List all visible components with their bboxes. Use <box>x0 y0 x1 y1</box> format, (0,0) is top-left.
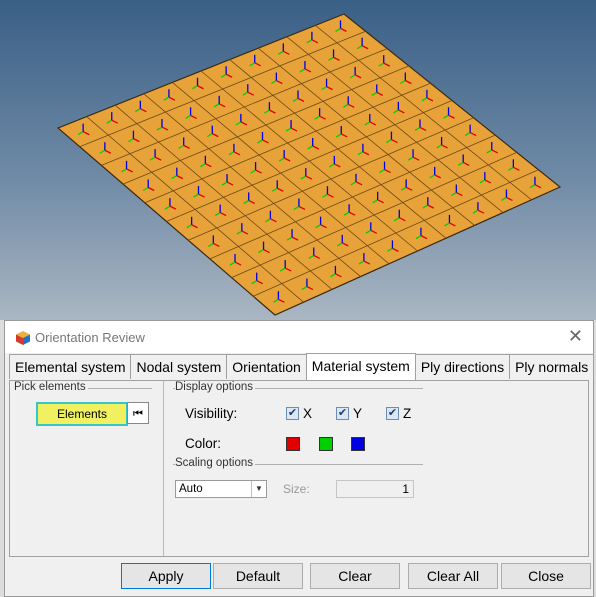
reset-selection-icon[interactable]: ⏮ <box>127 402 149 424</box>
size-label: Size: <box>283 482 310 496</box>
orientation-review-dialog: Orientation Review ✕ Elemental system No… <box>4 320 595 597</box>
graphics-viewport[interactable] <box>0 0 596 320</box>
tab-material-system[interactable]: Material system <box>305 353 416 380</box>
y-label: Y <box>353 406 363 421</box>
material-system-panel: Pick elements Elements ⏮ Display options… <box>9 380 589 557</box>
tab-nodal-system[interactable]: Nodal system <box>130 354 228 379</box>
elements-selector-button[interactable]: Elements <box>36 402 128 426</box>
apply-button[interactable]: Apply <box>121 563 211 589</box>
tab-elemental-system[interactable]: Elemental system <box>9 354 132 379</box>
visibility-label: Visibility: <box>185 406 238 421</box>
z-label: Z <box>403 406 412 421</box>
x-visibility-checkbox[interactable]: ✔ <box>286 407 299 420</box>
close-button[interactable]: Close <box>501 563 591 589</box>
tab-bar: Elemental system Nodal system Orientatio… <box>9 353 595 380</box>
scaling-options-label: Scaling options <box>175 457 255 469</box>
tab-ply-normals[interactable]: Ply normals <box>509 354 595 379</box>
pick-elements-label: Pick elements <box>14 381 88 393</box>
title-bar: Orientation Review ✕ <box>5 321 593 353</box>
x-color-swatch[interactable] <box>286 437 300 451</box>
tab-ply-directions[interactable]: Ply directions <box>414 354 511 379</box>
app-cube-icon <box>16 331 30 345</box>
clear-all-button[interactable]: Clear All <box>408 563 498 589</box>
tab-orientation[interactable]: Orientation <box>226 354 307 379</box>
chevron-down-icon: ▼ <box>251 481 266 497</box>
color-label: Color: <box>185 436 222 451</box>
mesh-plate[interactable] <box>0 0 596 320</box>
clear-button[interactable]: Clear <box>310 563 400 589</box>
default-button[interactable]: Default <box>213 563 303 589</box>
x-label: X <box>303 406 313 421</box>
z-color-swatch[interactable] <box>351 437 365 451</box>
pick-elements-group: Pick elements Elements ⏮ <box>10 381 164 556</box>
size-input[interactable]: 1 <box>336 480 414 498</box>
display-options-label: Display options <box>175 381 255 393</box>
scaling-mode-value: Auto <box>179 483 203 495</box>
button-bar: Apply Default Clear Clear All Close <box>5 558 593 596</box>
close-icon[interactable]: ✕ <box>568 326 583 347</box>
options-pane: Display options Visibility: ✔ X ✔ Y ✔ Z … <box>163 381 588 556</box>
z-visibility-checkbox[interactable]: ✔ <box>386 407 399 420</box>
y-color-swatch[interactable] <box>319 437 333 451</box>
dialog-title: Orientation Review <box>35 330 145 345</box>
y-visibility-checkbox[interactable]: ✔ <box>336 407 349 420</box>
scaling-mode-select[interactable]: Auto ▼ <box>175 480 267 498</box>
